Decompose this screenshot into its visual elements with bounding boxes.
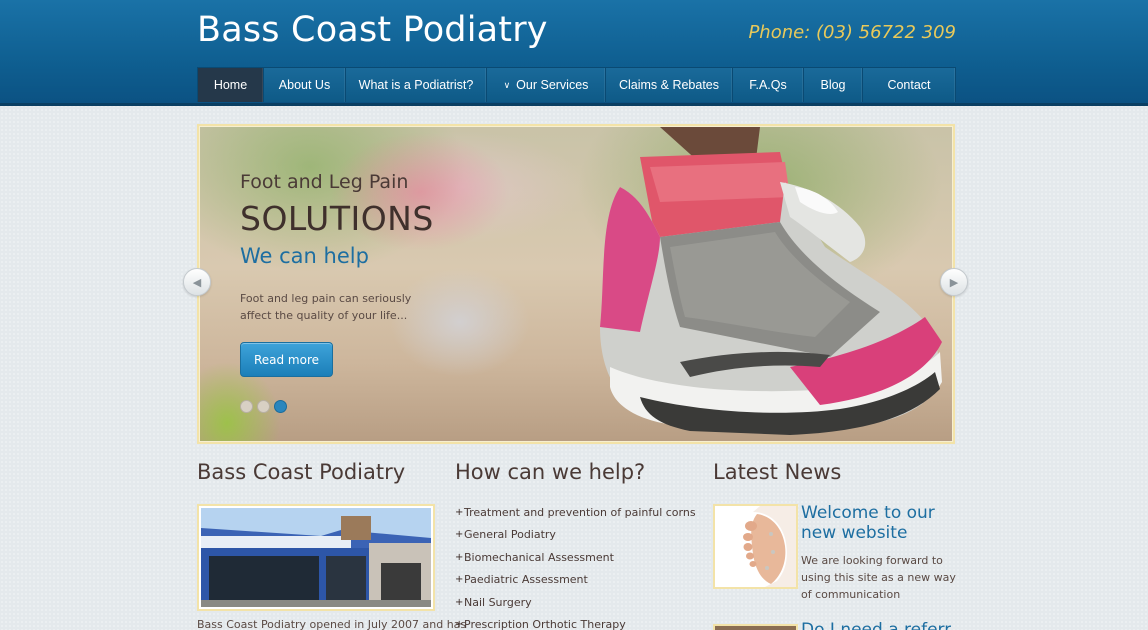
service-label: General Podiatry bbox=[464, 528, 556, 542]
service-label: Biomechanical Assessment bbox=[464, 550, 614, 564]
nav-item-label: F.A.Qs bbox=[749, 78, 787, 92]
slide-headline: SOLUTIONS bbox=[240, 199, 434, 238]
nav-item-our-services[interactable]: ∨ Our Services bbox=[487, 68, 606, 102]
news-heading: Latest News bbox=[713, 460, 842, 484]
nav-item-label: Claims & Rebates bbox=[618, 78, 720, 92]
nav-item-about-us[interactable]: About Us bbox=[264, 68, 346, 102]
nav-item-label: Home bbox=[213, 78, 248, 92]
nav-item-blog[interactable]: Blog bbox=[804, 68, 863, 102]
arrow-left-icon: ◀ bbox=[192, 275, 202, 289]
slide-tagline: We can help bbox=[240, 244, 369, 268]
news-item-title[interactable]: Do I need a referral f... bbox=[801, 620, 951, 630]
nav-item-label: What is a Podiatrist? bbox=[358, 78, 474, 92]
slider-pagination bbox=[240, 400, 287, 413]
news-item-title[interactable]: Welcome to our new website bbox=[801, 503, 951, 543]
plus-icon: + bbox=[455, 596, 464, 608]
service-label: Prescription Orthotic Therapy bbox=[464, 618, 626, 630]
list-item[interactable]: + Paediatric Assessment bbox=[455, 569, 696, 592]
arrow-right-icon: ▶ bbox=[949, 275, 959, 289]
slide-body-text: Foot and leg pain can seriously affect t… bbox=[240, 292, 412, 322]
nav-item-claims-rebates[interactable]: Claims & Rebates bbox=[606, 68, 733, 102]
help-heading: How can we help? bbox=[455, 460, 646, 484]
nav-item-label: Contact bbox=[887, 78, 931, 92]
slide-caption: Foot and Leg Pain SOLUTIONS We can help … bbox=[240, 171, 500, 377]
list-item[interactable]: + Nail Surgery bbox=[455, 591, 696, 614]
slider-dot[interactable] bbox=[257, 400, 270, 413]
slider-dot-active[interactable] bbox=[274, 400, 287, 413]
clinic-building-image bbox=[201, 508, 431, 607]
plus-icon: + bbox=[455, 551, 464, 563]
list-item[interactable]: + Treatment and prevention of painful co… bbox=[455, 501, 696, 524]
slider-dot[interactable] bbox=[240, 400, 253, 413]
nav-item-faqs[interactable]: F.A.Qs bbox=[733, 68, 804, 102]
phone-number: Phone: (03) 56722 309 bbox=[748, 22, 956, 43]
list-item[interactable]: + Biomechanical Assessment bbox=[455, 546, 696, 569]
plus-icon: + bbox=[455, 619, 464, 630]
hero-slide: Foot and Leg Pain SOLUTIONS We can help … bbox=[200, 127, 952, 441]
slider-prev-button[interactable]: ◀ bbox=[183, 268, 211, 296]
clinic-photo bbox=[197, 504, 435, 611]
nav-item-label: Blog bbox=[820, 78, 846, 92]
nav-item-contact[interactable]: Contact bbox=[863, 68, 955, 102]
site-title[interactable]: Bass Coast Podiatry bbox=[197, 10, 548, 50]
site-header: Bass Coast Podiatry Phone: (03) 56722 30… bbox=[0, 0, 1148, 106]
slider-next-button[interactable]: ▶ bbox=[940, 268, 968, 296]
services-list: + Treatment and prevention of painful co… bbox=[455, 501, 696, 630]
news-thumbnail[interactable] bbox=[713, 504, 798, 589]
read-more-button[interactable]: Read more bbox=[240, 342, 333, 377]
foot-image bbox=[715, 506, 796, 587]
news-thumbnail[interactable] bbox=[713, 624, 798, 630]
service-label: Paediatric Assessment bbox=[464, 573, 588, 587]
plus-icon: + bbox=[455, 574, 464, 586]
nav-item-home[interactable]: Home bbox=[198, 68, 264, 102]
about-heading: Bass Coast Podiatry bbox=[197, 460, 406, 484]
nav-item-label: About Us bbox=[278, 78, 331, 92]
slide-subtitle: Foot and Leg Pain bbox=[240, 171, 409, 193]
running-shoe-image bbox=[600, 127, 942, 435]
service-label: Treatment and prevention of painful corn… bbox=[464, 505, 696, 519]
nav-item-what-is-a-podiatrist[interactable]: What is a Podiatrist? bbox=[346, 68, 487, 102]
plus-icon: + bbox=[455, 529, 464, 541]
about-intro-text: Bass Coast Podiatry opened in July 2007 … bbox=[197, 618, 467, 630]
nav-item-label: Our Services bbox=[516, 78, 589, 92]
plus-icon: + bbox=[455, 506, 464, 518]
chevron-down-icon: ∨ bbox=[503, 79, 511, 90]
list-item[interactable]: + Prescription Orthotic Therapy bbox=[455, 614, 696, 630]
service-label: Nail Surgery bbox=[464, 595, 532, 609]
news-item-body: We are looking forward to using this sit… bbox=[801, 554, 956, 601]
main-nav: Home About Us What is a Podiatrist? ∨ Ou… bbox=[197, 67, 956, 102]
hero-slider: Foot and Leg Pain SOLUTIONS We can help … bbox=[197, 124, 955, 444]
list-item[interactable]: + General Podiatry bbox=[455, 524, 696, 547]
